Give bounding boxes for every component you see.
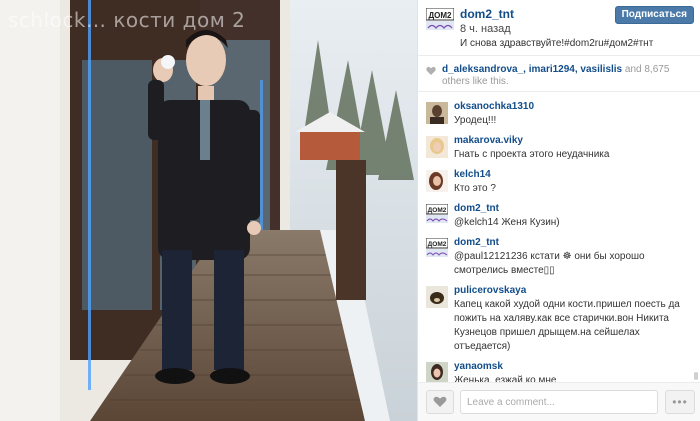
heart-icon <box>426 66 436 75</box>
post-timestamp: 8 ч. назад <box>460 23 511 35</box>
likes-summary: d_aleksandrova_, imari1294, vasilislis a… <box>418 56 700 92</box>
comment-text: Гнать с проекта этого неудачника <box>454 149 610 160</box>
watermark: schlock… кости дом 2 <box>8 8 246 32</box>
comment-username[interactable]: dom2_tnt <box>454 236 693 250</box>
comment-username[interactable]: pulicerovskaya <box>454 284 693 298</box>
like-button[interactable] <box>426 390 454 414</box>
comment-username[interactable]: kelch14 <box>454 168 693 182</box>
comment-username[interactable]: makarova.viky <box>454 134 693 148</box>
comment-item: pulicerovskaya Капец какой худой одни ко… <box>418 284 700 354</box>
comment-footer: ••• <box>418 382 700 421</box>
dom2-logo-icon[interactable]: ДОМ2 <box>425 7 455 34</box>
post-username[interactable]: dom2_tnt <box>460 7 514 21</box>
svg-text:ДОМ2: ДОМ2 <box>428 241 447 248</box>
svg-text:ДОМ2: ДОМ2 <box>428 11 452 20</box>
avatar[interactable] <box>426 362 448 382</box>
avatar[interactable] <box>426 170 448 192</box>
comment-text: Капец какой худой одни кости.пришел поес… <box>454 299 680 352</box>
avatar[interactable] <box>426 286 448 308</box>
post-photo: schlock… кости дом 2 <box>0 0 417 421</box>
comment-item: makarova.viky Гнать с проекта этого неуд… <box>418 134 700 162</box>
comment-text: @paul12121236 кстати ☸ они бы хорошо смо… <box>454 251 645 276</box>
comment-text: Женька, езжай ко мне <box>454 375 557 382</box>
avatar[interactable] <box>426 102 448 124</box>
dom2-avatar-icon[interactable]: ДОМ2 <box>426 238 448 260</box>
post-header: ДОМ2 dom2_tnt 8 ч. назад И снова здравст… <box>418 0 700 56</box>
comment-item: ДОМ2 dom2_tnt @kelch14 Женя Кузин) <box>418 202 700 230</box>
comment-input[interactable] <box>460 390 658 414</box>
post-caption: И снова здравствуйте!#dom2ru#дом2#тнт <box>460 38 654 49</box>
comment-item: ДОМ2 dom2_tnt @paul12121236 кстати ☸ они… <box>418 236 700 278</box>
svg-text:ДОМ2: ДОМ2 <box>428 207 447 214</box>
dom2-avatar-icon[interactable]: ДОМ2 <box>426 204 448 226</box>
comment-item: oksanochka1310 Уродец!!! <box>418 100 700 128</box>
heart-icon <box>433 396 447 407</box>
avatar[interactable] <box>426 136 448 158</box>
comment-username[interactable]: dom2_tnt <box>454 202 693 216</box>
more-options-button[interactable]: ••• <box>665 390 695 414</box>
photo-scene <box>0 0 417 421</box>
comment-text: Уродец!!! <box>454 115 497 126</box>
comment-username[interactable]: oksanochka1310 <box>454 100 693 114</box>
comment-item: yanaomsk Женька, езжай ко мне <box>418 360 700 382</box>
comments-list[interactable]: oksanochka1310 Уродец!!! makarova.viky Г… <box>418 100 700 382</box>
comment-username[interactable]: yanaomsk <box>454 360 693 374</box>
comment-item: kelch14 Кто это ? <box>418 168 700 196</box>
comment-text: @kelch14 Женя Кузин) <box>454 217 560 228</box>
comment-text: Кто это ? <box>454 183 496 194</box>
post-sidebar: ДОМ2 dom2_tnt 8 ч. назад И снова здравст… <box>417 0 700 421</box>
follow-button[interactable]: Подписаться <box>614 6 694 24</box>
comments-scrollbar[interactable] <box>694 372 698 380</box>
likers-names[interactable]: d_aleksandrova_, imari1294, vasilislis <box>442 64 622 75</box>
